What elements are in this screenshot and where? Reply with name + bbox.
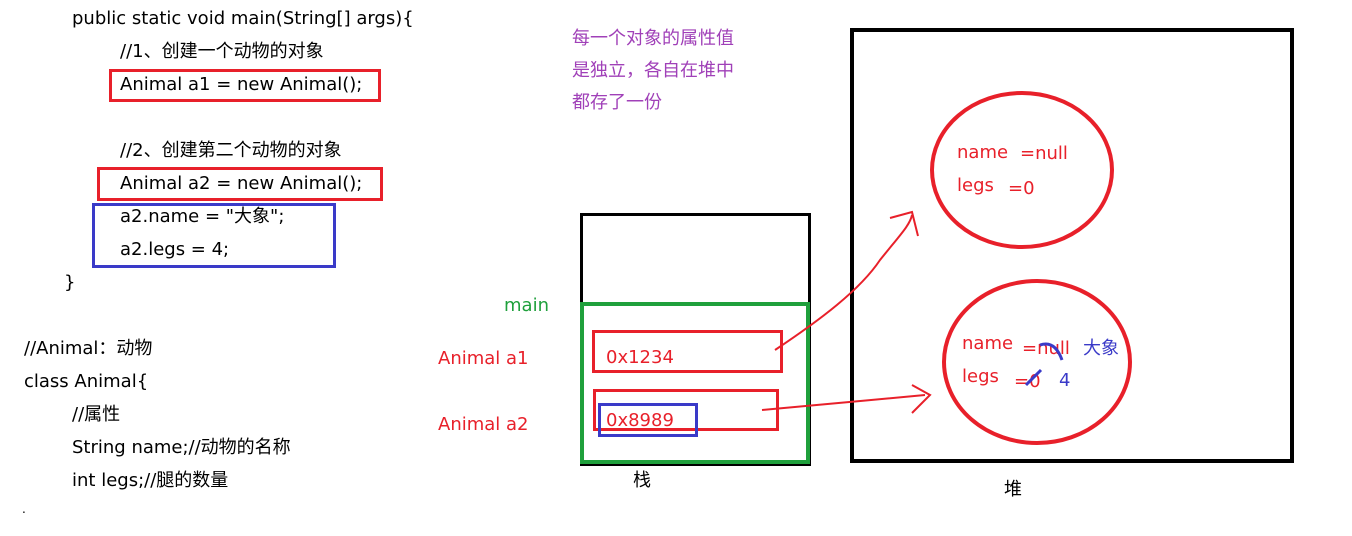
arrowhead-a2 [911,384,932,414]
diagram-drawings [761,91,1132,445]
arrow-a1-to-object1 [774,214,913,351]
strike-name-null [1039,342,1064,361]
arrowhead-a1 [889,210,919,237]
heap-object-2-circle [942,279,1132,445]
strike-legs-zero [1024,368,1043,387]
heap-object-1-circle [930,91,1114,249]
arrow-a2-to-object2 [761,394,926,411]
